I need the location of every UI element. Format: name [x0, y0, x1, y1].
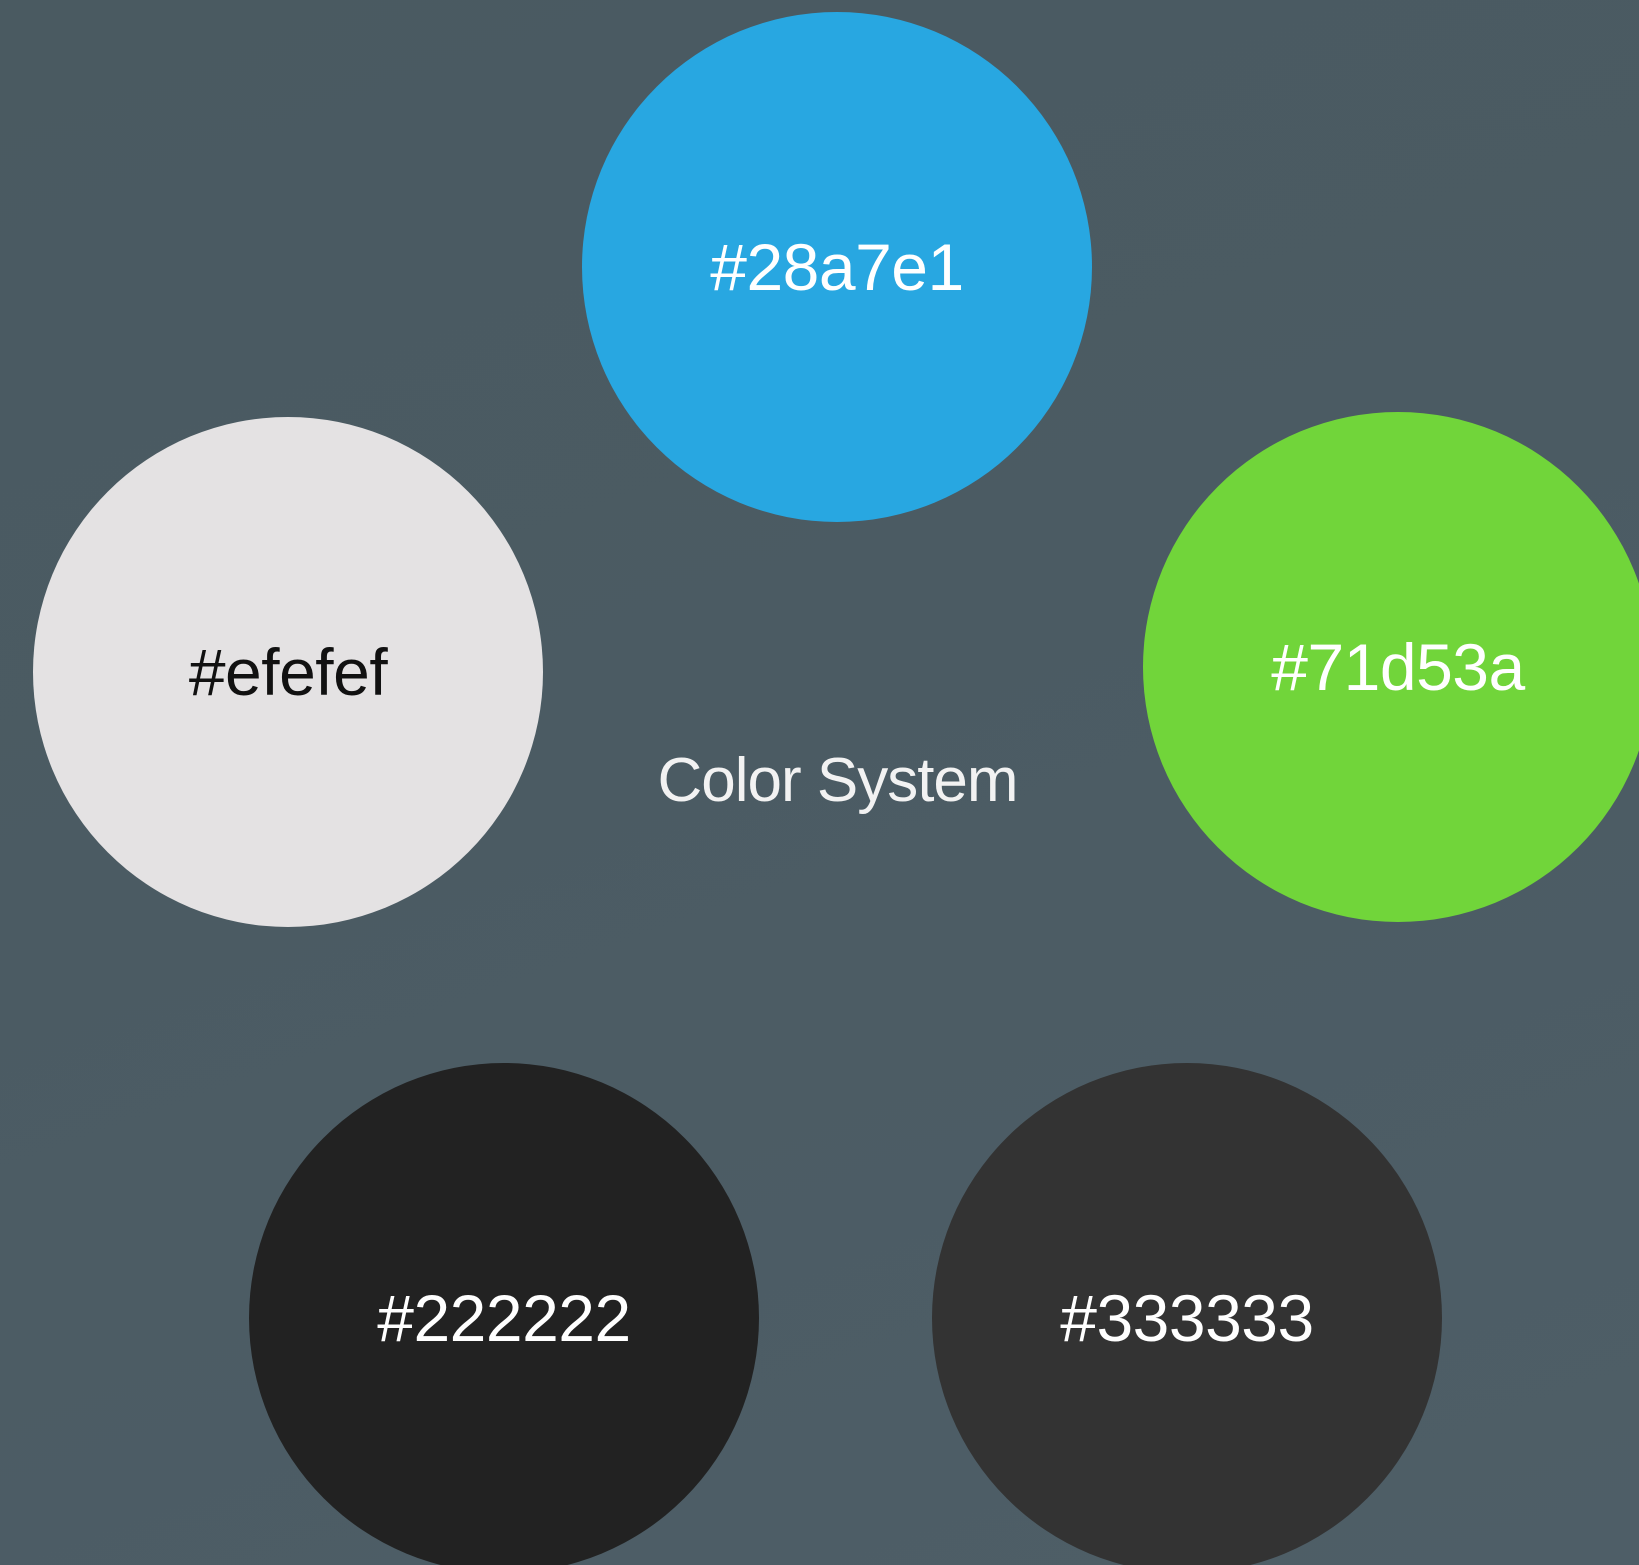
swatch-label: #333333	[1060, 1281, 1314, 1355]
swatch-dark-gray: #333333	[932, 1063, 1442, 1565]
swatch-green: #71d53a	[1143, 412, 1639, 922]
swatch-label: #222222	[377, 1281, 631, 1355]
swatch-blue: #28a7e1	[582, 12, 1092, 522]
swatch-light-gray: #efefef	[33, 417, 543, 927]
swatch-near-black: #222222	[249, 1063, 759, 1565]
page-title: Color System	[657, 746, 1018, 815]
swatch-label: #71d53a	[1271, 630, 1525, 704]
swatch-label: #efefef	[188, 635, 388, 709]
color-system-canvas: #28a7e1 #efefef #71d53a Color System #22…	[0, 0, 1639, 1565]
swatch-label: #28a7e1	[710, 230, 964, 304]
